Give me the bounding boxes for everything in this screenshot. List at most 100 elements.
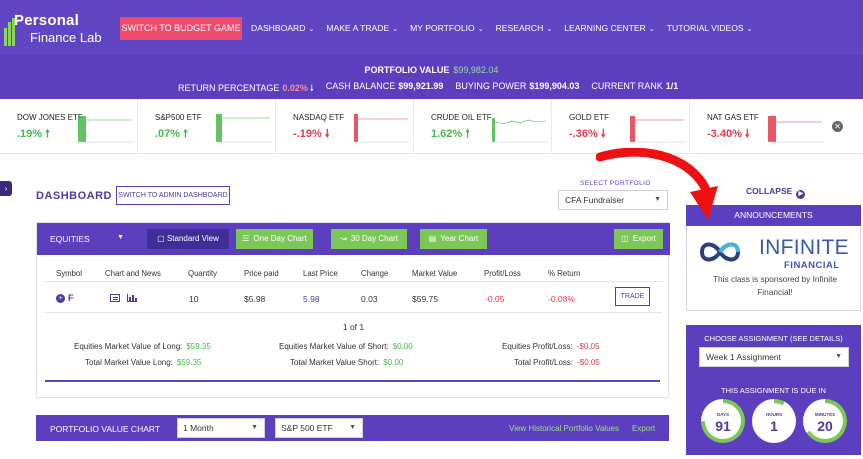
ticker-change: 1.62% 🠕	[431, 128, 470, 140]
countdown-days: DAYS 91	[701, 399, 745, 443]
arrow-down-icon: 🠗	[309, 83, 314, 93]
col-quantity[interactable]: Quantity	[188, 269, 217, 278]
col-change[interactable]: Change	[361, 269, 388, 278]
countdown-hours: HOURS 1	[752, 399, 796, 443]
export-button[interactable]: ◫ Export	[614, 229, 663, 249]
thirty-day-chart-button[interactable]: ↝ 30 Day Chart	[331, 229, 407, 249]
ticker-sparkline	[768, 116, 824, 143]
close-ticker-icon[interactable]: ✕	[832, 121, 843, 132]
chevron-right-circle-icon: ▶	[796, 190, 806, 199]
assignment-select[interactable]: Week 1 Assignment ▼	[699, 347, 849, 367]
ticker-nasdaq[interactable]: NASDAQ ETF -.19% 🠗	[276, 99, 414, 154]
view-historical-values-link[interactable]: View Historical Portfolio Values	[509, 424, 619, 433]
equities-profit-loss: Equities Profit/Loss: -$0.05	[502, 342, 600, 351]
portfolio-value-chart-title: PORTFOLIO VALUE CHART	[50, 424, 161, 434]
chevron-down-icon: ⌄	[746, 26, 753, 33]
bar-chart-icon[interactable]	[127, 294, 137, 302]
standard-view-button[interactable]: ▢ Standard View	[147, 229, 229, 249]
total-profit-loss: Total Profit/Loss: -$0.05	[514, 358, 600, 367]
expand-row-icon[interactable]: +	[56, 294, 65, 303]
main-menu: DASHBOARD ⌄ MAKE A TRADE ⌄ MY PORTFOLIO ⌄ R…	[251, 23, 765, 35]
sidebar-expand-icon[interactable]: ›	[0, 181, 12, 196]
ticker-change: -.19% 🠗	[293, 128, 330, 140]
portfolio-value-amount: $99,982.04	[453, 65, 499, 75]
chevron-down-icon: ⌄	[648, 26, 655, 33]
last-price-value: 5.98	[303, 294, 320, 304]
announcements-body: INFINITE FINANCIAL This class is sponsor…	[686, 226, 861, 311]
countdown-minutes: MINUTES 20	[803, 399, 847, 443]
col-price-paid[interactable]: Price paid	[244, 269, 279, 278]
portfolio-value: PORTFOLIO VALUE $99,982.04	[364, 65, 499, 75]
arrow-up-icon: 🠕	[45, 128, 50, 140]
menu-my-portfolio[interactable]: MY PORTFOLIO ⌄	[410, 23, 484, 35]
chart-period-select[interactable]: 1 Month ▼	[177, 418, 265, 438]
switch-to-budget-game-button[interactable]: SWITCH TO BUDGET GAME	[120, 17, 242, 40]
ticker-sparkline	[78, 116, 134, 143]
equities-panel: EQUITIES ▼ ▢ Standard View ☰ One Day Char…	[36, 222, 670, 398]
ticker-sparkline	[216, 114, 272, 143]
trade-button[interactable]: TRADE	[615, 287, 650, 306]
sponsor-text: This class is sponsored by Infinite Fina…	[712, 274, 838, 297]
total-mv-long: Total Market Value Long: $59.35	[85, 358, 202, 367]
year-chart-button[interactable]: ▤ Year Chart	[420, 229, 487, 249]
sponsor-subname: FINANCIAL	[784, 260, 840, 271]
portfolio-summary: PORTFOLIO VALUE $99,982.04 RETURN PERCENT…	[0, 55, 863, 99]
profit-loss-value: -0.05	[485, 294, 505, 304]
col-market-value[interactable]: Market Value	[412, 269, 457, 278]
ticker-sp500[interactable]: S&P500 ETF .07% 🠕	[138, 99, 276, 154]
ticker-crude-oil[interactable]: CRUDE OIL ETF 1.62% 🠕	[414, 99, 552, 154]
line-chart-icon: ↝	[340, 234, 347, 243]
collapse-sidebar-button[interactable]: COLLAPSE ▶	[746, 186, 806, 199]
one-day-chart-button[interactable]: ☰ One Day Chart	[236, 229, 313, 249]
menu-research[interactable]: RESEARCH ⌄	[496, 23, 553, 35]
buying-power: BUYING POWER $199,904.03	[455, 81, 580, 91]
menu-dashboard[interactable]: DASHBOARD ⌄	[251, 23, 314, 35]
chevron-down-icon: ⌄	[546, 26, 553, 33]
menu-tutorial-videos[interactable]: TUTORIAL VIDEOS ⌄	[667, 23, 753, 35]
portfolio-value-chart-toolbar: PORTFOLIO VALUE CHART 1 Month ▼ S&P 500 E…	[36, 415, 669, 441]
ticker-gold[interactable]: GOLD ETF -.36% 🠗	[552, 99, 690, 154]
menu-learning-center[interactable]: LEARNING CENTER ⌄	[564, 23, 655, 35]
news-icon[interactable]	[110, 294, 120, 302]
logo-line1: Personal	[14, 12, 79, 29]
col-last-price[interactable]: Last Price	[303, 269, 338, 278]
ticker-dow-jones[interactable]: DOW JONES ETF .19% 🠕	[0, 99, 138, 154]
sliders-icon: ☰	[242, 234, 250, 243]
symbol-link[interactable]: F	[68, 293, 74, 303]
col-pct-return[interactable]: % Return	[548, 269, 581, 278]
top-navigation: Personal Finance Lab SWITCH TO BUDGET GA…	[0, 0, 863, 55]
portfolio-stats: RETURN PERCENTAGE 0.02% 🠗 CASH BALANCE $99,…	[178, 81, 690, 97]
chart-export-link[interactable]: Export	[632, 424, 655, 433]
col-symbol[interactable]: Symbol	[56, 269, 82, 278]
pagination: 1 of 1	[342, 322, 365, 332]
market-ticker-strip: DOW JONES ETF .19% 🠕 S&P500 ETF .07% 🠕 N…	[0, 99, 863, 154]
choose-assignment-label[interactable]: CHOOSE ASSIGNMENT (SEE DETAILS)	[686, 334, 861, 343]
chevron-down-icon: ⌄	[308, 26, 315, 33]
ticker-sparkline	[492, 118, 548, 143]
personal-finance-lab-logo[interactable]: Personal Finance Lab	[4, 12, 112, 46]
assignment-panel: CHOOSE ASSIGNMENT (SEE DETAILS) Week 1 A…	[686, 325, 861, 455]
page-title: DASHBOARD	[36, 190, 112, 202]
menu-make-a-trade[interactable]: MAKE A TRADE ⌄	[326, 23, 398, 35]
total-mv-short: Total Market Value Short: $0.00	[290, 358, 404, 367]
chevron-down-icon: ⌄	[477, 26, 484, 33]
caret-down-icon: ▼	[117, 234, 124, 241]
chevron-down-icon: ⌄	[392, 26, 399, 33]
arrow-up-icon: 🠕	[183, 128, 188, 140]
col-chart-and-news: Chart and News	[105, 269, 161, 278]
equities-mv-short: Equities Market Value of Short: $0.00	[279, 342, 413, 351]
chart-benchmark-select[interactable]: S&P 500 ETF ▼	[275, 418, 363, 438]
ticker-nat-gas[interactable]: NAT GAS ETF -3.40% 🠗	[690, 99, 828, 154]
red-arrow-annotation-icon	[596, 148, 718, 220]
asset-type-dropdown[interactable]: EQUITIES ▼	[50, 234, 124, 244]
ticker-change: .19% 🠕	[17, 128, 50, 140]
infinite-financial-logo-icon	[700, 242, 740, 262]
cash-balance: CASH BALANCE $99,921.99	[325, 81, 444, 91]
divider	[45, 312, 662, 313]
monitor-icon: ▢	[157, 234, 165, 243]
col-profit-loss[interactable]: Profit/Loss	[484, 269, 521, 278]
switch-to-admin-dashboard-button[interactable]: SWITCH TO ADMIN DASHBOARD	[116, 186, 230, 205]
ticker-change: -.36% 🠗	[569, 128, 606, 140]
due-label: THIS ASSIGNMENT IS DUE IN	[721, 386, 826, 395]
logo-line2: Finance Lab	[30, 30, 102, 45]
